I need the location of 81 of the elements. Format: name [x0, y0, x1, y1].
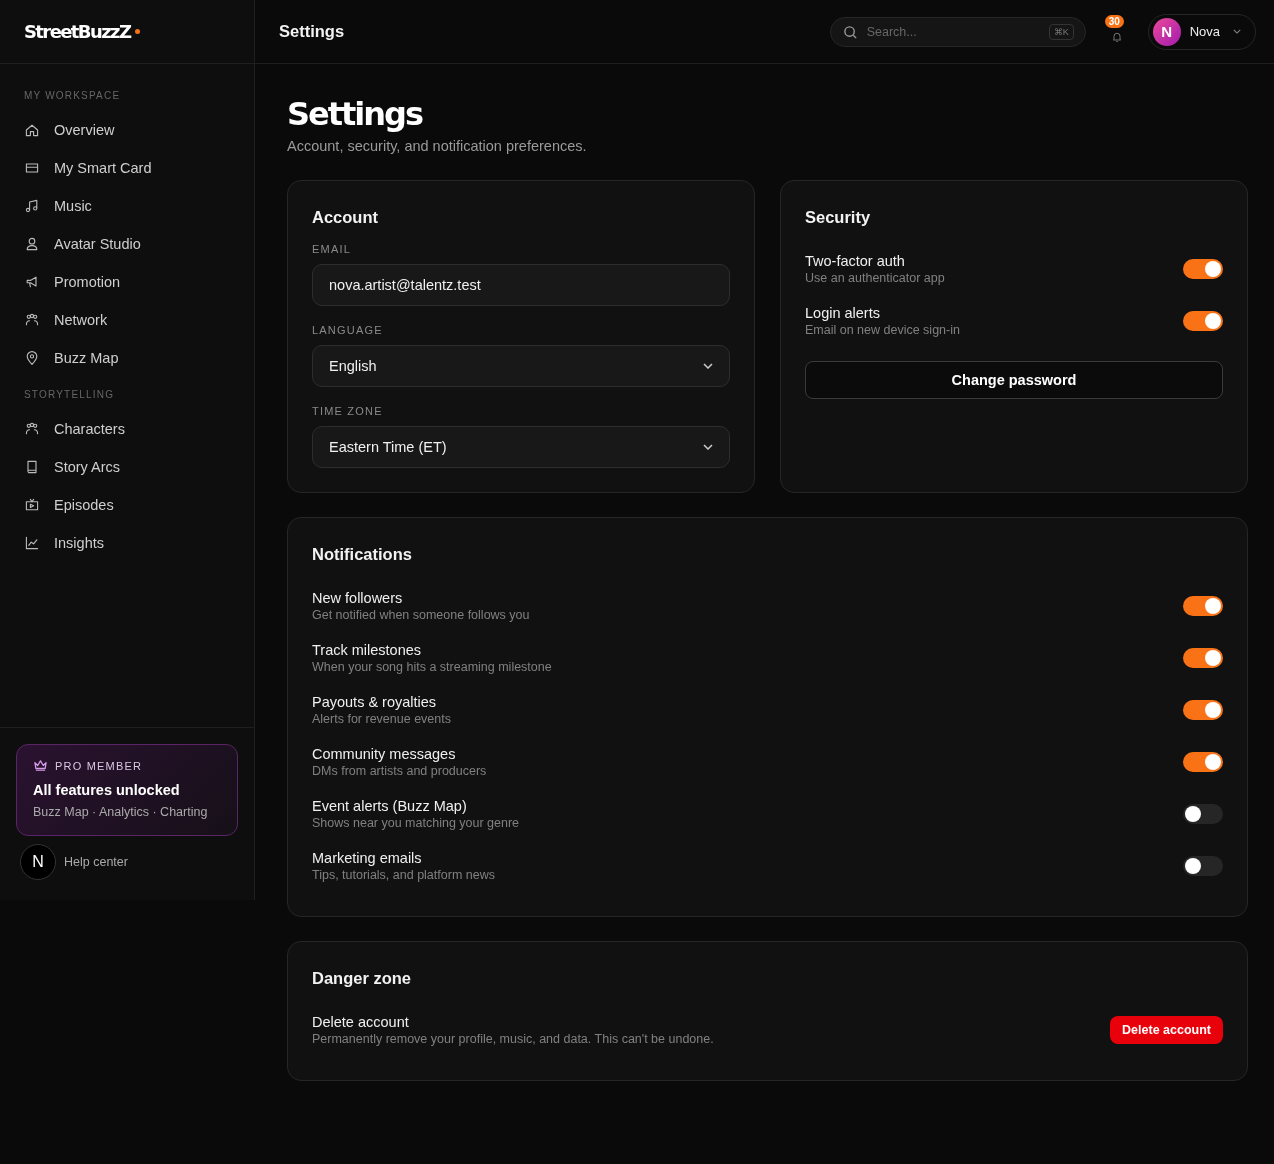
select-field[interactable]: English: [312, 345, 730, 387]
page-subtitle: Account, security, and notification preferences.: [287, 138, 588, 154]
section-heading: STORYTELLING: [23, 388, 116, 402]
setting-label: Two-factor auth: [805, 253, 906, 269]
toggle-switch[interactable]: [1183, 700, 1223, 720]
toggle-switch[interactable]: [1183, 752, 1223, 772]
sidebar-item[interactable]: My Smart Card: [0, 149, 254, 187]
shortcut-hint: ⌘K: [1048, 23, 1074, 40]
nav-icon: [24, 497, 40, 513]
nav-icon: [24, 198, 40, 214]
user-avatar: N: [1152, 17, 1181, 46]
toggle-switch[interactable]: [1183, 259, 1223, 279]
toggle-switch[interactable]: [1183, 596, 1223, 616]
sidebar-item[interactable]: Promotion: [0, 263, 254, 301]
toggle-switch[interactable]: [1183, 311, 1223, 331]
setting-label: Payouts & royalties: [312, 694, 438, 710]
setting-description: Use an authenticator app: [805, 271, 945, 285]
search-icon: [842, 24, 858, 40]
email-field[interactable]: nova.artist@talentz.test: [312, 264, 730, 306]
promo-label: PRO MEMBER: [55, 759, 143, 772]
section-heading: MY WORKSPACE: [23, 89, 122, 103]
bell-icon[interactable]: [1110, 30, 1123, 43]
field-label: TIME ZONE: [312, 405, 384, 417]
nav-icon: [24, 312, 40, 328]
setting-description: When your song hits a streaming milestone: [312, 660, 552, 674]
setting-description: Shows near you matching your genre: [312, 816, 520, 830]
nav-icon: [24, 350, 40, 366]
brand-dot-icon: [135, 29, 141, 34]
setting-description: Tips, tutorials, and platform news: [312, 868, 495, 882]
chevron-down-icon: [703, 444, 713, 450]
page-title: Settings: [279, 22, 345, 41]
sidebar-item[interactable]: Characters: [0, 410, 254, 448]
nav-icon: [24, 274, 40, 290]
field-label: EMAIL: [312, 243, 352, 255]
avatar-button[interactable]: N: [20, 844, 56, 880]
setting-label: New followers: [312, 590, 404, 606]
card-title: Account: [312, 208, 379, 227]
setting-label: Event alerts (Buzz Map): [312, 798, 468, 814]
toggle-switch[interactable]: [1183, 648, 1223, 668]
setting-label: Login alerts: [805, 305, 881, 321]
chevron-down-icon: [703, 363, 713, 369]
setting-label: Delete account: [312, 1014, 410, 1030]
nav-icon: [24, 160, 40, 176]
card-title: Notifications: [312, 545, 413, 564]
sidebar-item[interactable]: Avatar Studio: [0, 225, 254, 263]
delete-account-button[interactable]: Delete account: [1110, 1016, 1223, 1044]
promo-title: All features unlocked: [33, 782, 181, 798]
setting-label: Track milestones: [312, 642, 423, 658]
chevron-down-icon: [1233, 29, 1241, 34]
crown-icon: [33, 759, 48, 772]
sidebar-item[interactable]: Episodes: [0, 486, 254, 524]
help-link[interactable]: Help center: [64, 855, 128, 869]
toggle-switch[interactable]: [1183, 856, 1223, 876]
nav-icon: [24, 122, 40, 138]
nav-icon: [24, 421, 40, 437]
brand-logo: StreetBuzzZ: [24, 21, 131, 42]
change-password-button[interactable]: Change password: [805, 361, 1223, 399]
nav-icon: [24, 459, 40, 475]
setting-description: Permanently remove your profile, music, and data. This can't be undone.: [312, 1032, 714, 1046]
nav-icon: [24, 236, 40, 252]
promo-subtitle: Buzz Map · Analytics · Charting: [33, 805, 209, 819]
sidebar-item[interactable]: Music: [0, 187, 254, 225]
select-field[interactable]: Eastern Time (ET): [312, 426, 730, 468]
setting-description: Get notified when someone follows you: [312, 608, 530, 622]
sidebar-item[interactable]: Network: [0, 301, 254, 339]
notification-badge: 30: [1104, 14, 1124, 28]
card-title: Danger zone: [312, 969, 413, 988]
sidebar-item[interactable]: Buzz Map: [0, 339, 254, 377]
setting-description: DMs from artists and producers: [312, 764, 487, 778]
setting-label: Community messages: [312, 746, 457, 762]
setting-description: Email on new device sign-in: [805, 323, 960, 337]
setting-label: Marketing emails: [312, 850, 423, 866]
card-title: Security: [805, 208, 872, 227]
toggle-switch[interactable]: [1183, 804, 1223, 824]
nav-icon: [24, 535, 40, 551]
heading: Settings: [287, 94, 424, 134]
setting-description: Alerts for revenue events: [312, 712, 451, 726]
sidebar-item[interactable]: Story Arcs: [0, 448, 254, 486]
field-label: LANGUAGE: [312, 324, 384, 336]
sidebar-item[interactable]: Insights: [0, 524, 254, 562]
sidebar-item[interactable]: Overview: [0, 111, 254, 149]
